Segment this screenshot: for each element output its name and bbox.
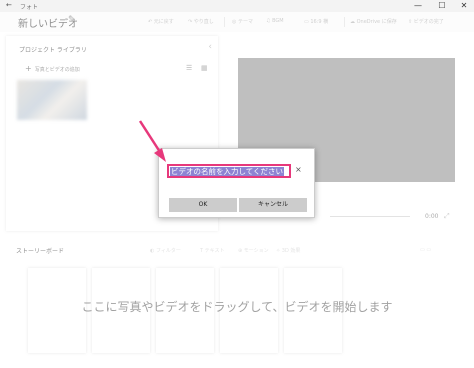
annotation-arrow (138, 120, 166, 162)
